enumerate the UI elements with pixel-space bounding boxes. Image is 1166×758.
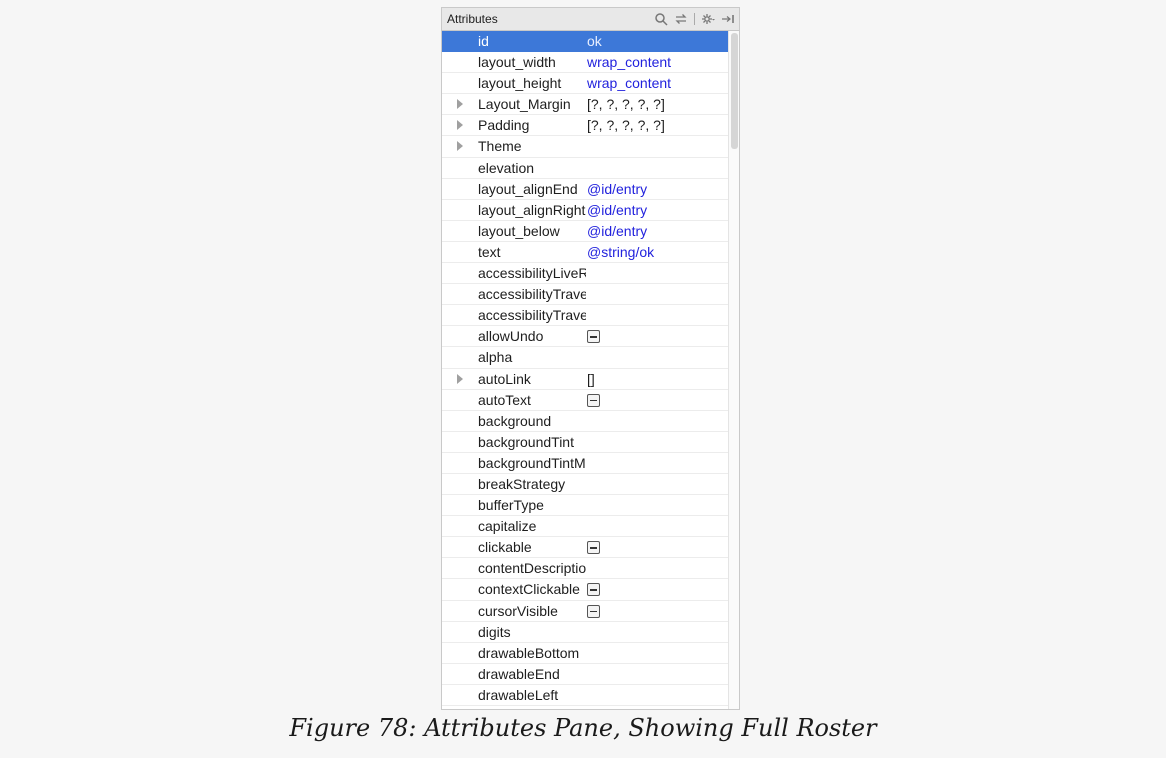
attribute-name: capitalize <box>478 518 537 535</box>
attribute-row[interactable]: accessibilityLiveRegion <box>442 263 729 285</box>
attribute-row[interactable]: Layout_Margin [?, ?, ?, ?, ?] <box>442 94 729 116</box>
toolbar-divider <box>694 13 695 25</box>
attribute-name: id <box>478 33 489 49</box>
attribute-name: background <box>478 412 552 429</box>
attribute-value[interactable]: @id/entry <box>587 202 647 218</box>
attribute-row[interactable]: autoText <box>442 390 729 411</box>
indeterminate-checkbox[interactable] <box>587 604 600 618</box>
attribute-row[interactable]: alpha <box>442 347 729 369</box>
attribute-row[interactable]: contextClickable <box>442 579 729 601</box>
attribute-name: elevation <box>478 159 535 176</box>
attribute-name: backgroundTint <box>478 433 574 450</box>
attribute-row[interactable]: breakStrategy <box>442 474 729 496</box>
attribute-name: cursorVisible <box>478 602 558 619</box>
attribute-row[interactable]: background <box>442 411 729 432</box>
attribute-row[interactable]: contentDescription <box>442 558 729 580</box>
attribute-row[interactable]: bufferType <box>442 495 729 517</box>
attribute-name: drawableBottom <box>478 644 580 661</box>
attribute-value[interactable]: [?, ?, ?, ?, ?] <box>587 96 665 112</box>
attribute-value[interactable]: wrap_content <box>587 54 671 70</box>
attribute-name: contentDescription <box>478 560 586 577</box>
scrollbar-thumb[interactable] <box>731 33 738 149</box>
attribute-row[interactable]: accessibilityTraversalAfter <box>442 284 729 306</box>
attribute-list: id ok layout_width wrap_content layout_heigh… <box>442 31 729 706</box>
swap-icon[interactable] <box>674 12 688 26</box>
attribute-value[interactable]: @id/entry <box>587 181 647 197</box>
attribute-value[interactable]: [?, ?, ?, ?, ?] <box>587 117 665 133</box>
gear-icon[interactable] <box>701 12 715 26</box>
attribute-name: clickable <box>478 539 532 556</box>
attribute-name: breakStrategy <box>478 475 566 492</box>
attribute-row[interactable]: Theme <box>442 136 729 158</box>
attribute-name: alpha <box>478 349 513 366</box>
search-icon[interactable] <box>654 12 668 26</box>
attribute-name: layout_alignRight <box>478 201 586 218</box>
attribute-name: backgroundTintMode <box>478 454 586 471</box>
attribute-name: layout_width <box>478 54 556 71</box>
attribute-name: accessibilityTraversalAfter <box>478 286 586 303</box>
attribute-row[interactable]: backgroundTintMode <box>442 453 729 474</box>
expand-arrow-icon[interactable] <box>457 99 463 110</box>
attribute-row[interactable]: drawableLeft <box>442 685 729 706</box>
attribute-value[interactable]: @id/entry <box>587 223 647 239</box>
attribute-row[interactable]: text @string/ok <box>442 242 729 264</box>
attribute-name: text <box>478 243 501 260</box>
attribute-row[interactable]: Padding [?, ?, ?, ?, ?] <box>442 115 729 137</box>
attribute-row[interactable]: layout_alignEnd @id/entry <box>442 179 729 200</box>
attribute-name: layout_height <box>478 75 562 92</box>
attribute-row[interactable]: layout_alignRight @id/entry <box>442 200 729 221</box>
indeterminate-checkbox[interactable] <box>587 541 600 555</box>
attribute-name: Padding <box>478 117 530 134</box>
attribute-name: autoText <box>478 391 531 408</box>
figure-caption: Figure 78: Attributes Pane, Showing Full… <box>289 714 877 742</box>
attribute-row[interactable]: elevation <box>442 158 729 179</box>
indeterminate-checkbox[interactable] <box>587 330 600 344</box>
pin-icon[interactable] <box>721 12 735 26</box>
panel-header: Attributes <box>442 8 739 31</box>
attribute-name: drawableLeft <box>478 686 559 703</box>
scrollbar[interactable] <box>728 31 739 709</box>
indeterminate-checkbox[interactable] <box>587 393 600 407</box>
attribute-row[interactable]: layout_below @id/entry <box>442 221 729 242</box>
attribute-value[interactable]: ok <box>587 33 602 49</box>
attribute-value[interactable]: [] <box>587 371 595 387</box>
attribute-row[interactable]: clickable <box>442 537 729 559</box>
expand-arrow-icon[interactable] <box>457 373 463 384</box>
attribute-row[interactable]: layout_height wrap_content <box>442 73 729 95</box>
attribute-value[interactable]: @string/ok <box>587 244 654 260</box>
attribute-name: allowUndo <box>478 328 544 345</box>
attribute-name: layout_alignEnd <box>478 180 578 197</box>
attribute-row[interactable]: capitalize <box>442 516 729 538</box>
attribute-name: accessibilityLiveRegion <box>478 265 586 282</box>
attribute-name: Theme <box>478 138 522 155</box>
attribute-name: Layout_Margin <box>478 96 571 113</box>
attribute-row[interactable]: layout_width wrap_content <box>442 52 729 74</box>
attribute-name: bufferType <box>478 497 544 514</box>
panel-title: Attributes <box>447 12 498 26</box>
header-toolbar <box>654 11 735 27</box>
attribute-name: autoLink <box>478 370 531 387</box>
indeterminate-checkbox[interactable] <box>587 583 600 597</box>
attribute-name: digits <box>478 623 511 640</box>
attribute-name: accessibilityTraversalBefore <box>478 307 586 324</box>
attribute-row[interactable]: backgroundTint <box>442 432 729 453</box>
attribute-value[interactable]: wrap_content <box>587 75 671 91</box>
attribute-row[interactable]: drawableBottom <box>442 643 729 664</box>
attribute-row[interactable]: accessibilityTraversalBefore <box>442 305 729 327</box>
attribute-name: contextClickable <box>478 581 580 598</box>
attribute-row[interactable]: cursorVisible <box>442 601 729 622</box>
attribute-row[interactable]: digits <box>442 622 729 643</box>
attribute-row[interactable]: id ok <box>442 31 729 53</box>
attribute-name: layout_below <box>478 222 560 239</box>
attributes-panel: Attributes id ok layout_width wrap_content l… <box>441 7 740 710</box>
expand-arrow-icon[interactable] <box>457 141 463 152</box>
attribute-name: drawableEnd <box>478 665 560 682</box>
expand-arrow-icon[interactable] <box>457 120 463 131</box>
attribute-row[interactable]: drawableEnd <box>442 664 729 685</box>
attribute-row[interactable]: allowUndo <box>442 326 729 348</box>
attribute-row[interactable]: autoLink [] <box>442 369 729 390</box>
